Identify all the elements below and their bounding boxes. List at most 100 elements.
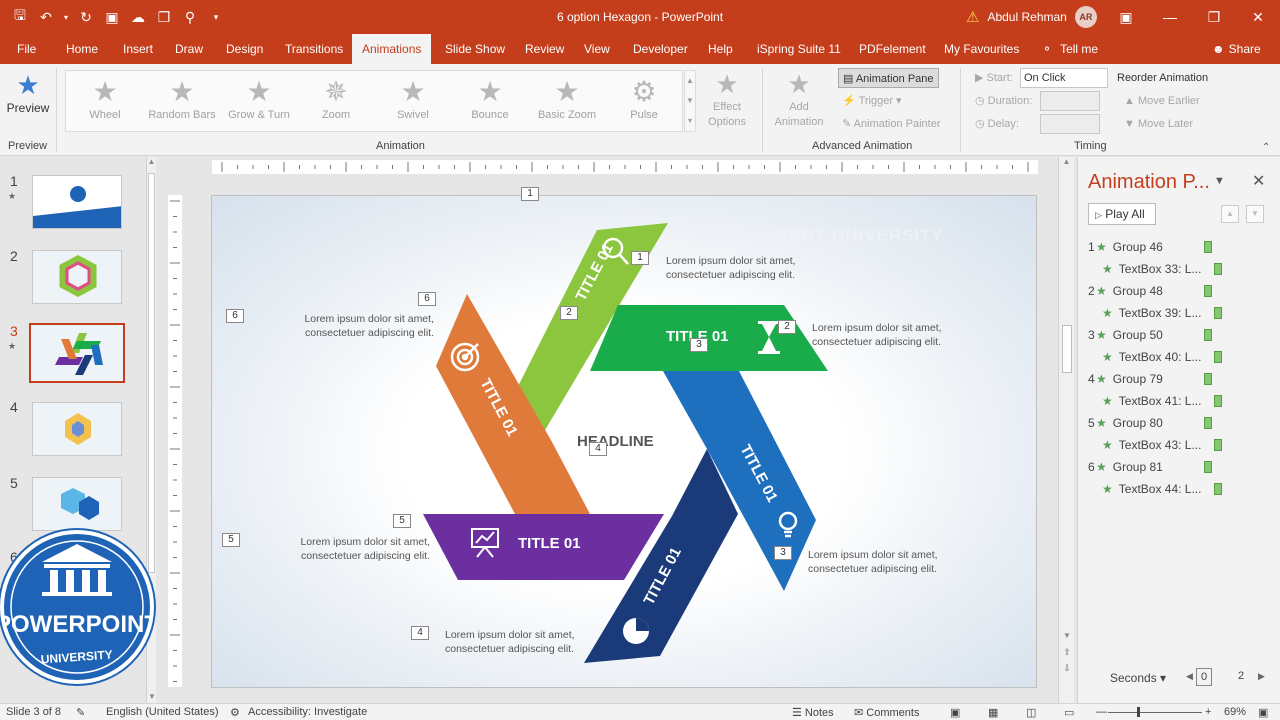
avatar[interactable]: AR xyxy=(1074,6,1097,28)
slide-thumbnail-1[interactable] xyxy=(32,175,122,229)
timeline-bar[interactable] xyxy=(1204,329,1212,341)
timeline-bar[interactable] xyxy=(1204,285,1212,297)
timeline-bar[interactable] xyxy=(1214,395,1222,407)
gallery-scroll[interactable]: ▲ ▼ ▾ xyxy=(684,70,696,132)
timeline-bar[interactable] xyxy=(1204,461,1212,473)
tab-view[interactable]: View xyxy=(584,34,610,64)
animation-list-item[interactable]: ★ TextBox 43: L... xyxy=(1088,435,1201,455)
animation-tag[interactable]: 5 xyxy=(222,533,240,547)
animation-grow-turn[interactable]: ★ Grow & Turn xyxy=(220,75,298,121)
scroll-thumb[interactable] xyxy=(1062,325,1072,373)
tell-me-box[interactable]: ⚬ Tell me xyxy=(1042,34,1098,64)
timeline-left-icon[interactable]: ◀ xyxy=(1186,671,1193,682)
zoom-in-icon[interactable]: + xyxy=(1205,706,1211,718)
animation-bounce[interactable]: ★ Bounce xyxy=(451,75,529,121)
share-button[interactable]: ☻ Share xyxy=(1212,34,1261,64)
accessibility-status[interactable]: Accessibility: Investigate xyxy=(248,706,367,718)
timeline-right-icon[interactable]: ▶ xyxy=(1258,671,1265,682)
start-select[interactable]: On Click xyxy=(1020,68,1108,88)
text-block-4[interactable]: Lorem ipsum dolor sit amet, consectetuer … xyxy=(445,628,575,656)
animation-tag[interactable]: 5 xyxy=(393,514,411,528)
pane-options-icon[interactable]: ▼ xyxy=(1214,175,1225,187)
scroll-down-icon[interactable]: ▼ xyxy=(1059,631,1075,640)
save-icon[interactable]: 🖫 xyxy=(10,7,30,27)
animation-list-item[interactable]: 6★ Group 81 xyxy=(1088,457,1163,477)
animation-tag[interactable]: 3 xyxy=(774,546,792,560)
animation-list-item[interactable]: ★ TextBox 44: L... xyxy=(1088,479,1201,499)
tab-file[interactable]: File xyxy=(17,34,36,64)
zoom-slider[interactable] xyxy=(1108,712,1202,713)
animation-tag[interactable]: 6 xyxy=(226,309,244,323)
animation-tag[interactable]: 4 xyxy=(411,626,429,640)
spelling-icon[interactable]: ✎ xyxy=(76,706,85,719)
animation-zoom[interactable]: ✵ Zoom xyxy=(297,75,375,121)
zoom-level[interactable]: 69% xyxy=(1224,706,1246,718)
language[interactable]: English (United States) xyxy=(106,706,219,718)
move-later-button[interactable]: ▼ Move Later xyxy=(1124,114,1193,134)
text-block-6[interactable]: Lorem ipsum dolor sit amet, consectetuer … xyxy=(294,312,434,340)
move-up-icon[interactable]: ▲ xyxy=(1221,205,1239,223)
animation-painter-button[interactable]: ✎ Animation Painter xyxy=(842,114,941,134)
animation-list-item[interactable]: 4★ Group 79 xyxy=(1088,369,1163,389)
animation-swivel[interactable]: ★ Swivel xyxy=(374,75,452,121)
timeline-bar[interactable] xyxy=(1214,483,1222,495)
previous-slide-icon[interactable]: ⇧ xyxy=(1059,647,1075,658)
text-block-3[interactable]: Lorem ipsum dolor sit amet, consectetuer … xyxy=(808,548,938,576)
next-slide-icon[interactable]: ⇩ xyxy=(1059,663,1075,674)
tab-insert[interactable]: Insert xyxy=(123,34,153,64)
scroll-down-icon[interactable]: ▼ xyxy=(147,692,157,701)
redo-icon[interactable]: ↻ xyxy=(76,7,96,27)
zoom-out-icon[interactable]: — xyxy=(1096,706,1107,718)
normal-view-icon[interactable]: ▣ xyxy=(950,706,960,719)
tab-home[interactable]: Home xyxy=(66,34,98,64)
timeline-bar[interactable] xyxy=(1214,439,1222,451)
tab-pdfelement[interactable]: PDFelement xyxy=(859,34,926,64)
slide-thumbnail-2[interactable] xyxy=(32,250,122,304)
seconds-dropdown[interactable]: Seconds ▾ xyxy=(1110,671,1166,685)
animation-list-item[interactable]: ★ TextBox 41: L... xyxy=(1088,391,1201,411)
presenter-icon[interactable]: ▣ xyxy=(102,7,122,27)
ribbon-display-icon[interactable]: ▣ xyxy=(1104,0,1148,34)
timeline-bar[interactable] xyxy=(1204,241,1212,253)
animation-list-item[interactable]: 1★ Group 46 xyxy=(1088,237,1163,257)
timeline-bar[interactable] xyxy=(1204,373,1212,385)
play-all-button[interactable]: ▷ Play All xyxy=(1088,203,1156,225)
animation-list-item[interactable]: ★ TextBox 40: L... xyxy=(1088,347,1201,367)
slide-counter[interactable]: Slide 3 of 8 xyxy=(6,706,61,718)
comments-button[interactable]: ✉ Comments xyxy=(854,706,919,719)
slide-thumbnail-5[interactable] xyxy=(32,477,122,531)
scroll-thumb[interactable] xyxy=(148,173,155,573)
undo-dropdown-icon[interactable]: ▾ xyxy=(62,7,70,27)
move-down-icon[interactable]: ▼ xyxy=(1246,205,1264,223)
add-animation-button[interactable]: ★ Add Animation xyxy=(768,68,830,130)
accessibility-icon[interactable]: ⚙ xyxy=(230,706,240,719)
animation-tag[interactable]: 2 xyxy=(560,306,578,320)
reading-view-icon[interactable]: ◫ xyxy=(1026,706,1036,719)
tab-design[interactable]: Design xyxy=(226,34,263,64)
text-block-2[interactable]: Lorem ipsum dolor sit amet, consectetuer … xyxy=(812,321,942,349)
notes-button[interactable]: ☰ Notes xyxy=(792,706,834,719)
print-preview-icon[interactable]: ⚲ xyxy=(180,7,200,27)
animation-tag[interactable]: 1 xyxy=(631,251,649,265)
animation-pulse[interactable]: ⚙ Pulse xyxy=(605,75,683,121)
animation-list-item[interactable]: 3★ Group 50 xyxy=(1088,325,1163,345)
effect-options-button[interactable]: ★ Effect Options xyxy=(700,68,754,130)
tab-transitions[interactable]: Transitions xyxy=(285,34,343,64)
title-purple[interactable]: TITLE 01 xyxy=(518,535,581,552)
maximize-icon[interactable]: ❐ xyxy=(1192,0,1236,34)
slide-sorter-icon[interactable]: ▦ xyxy=(988,706,998,719)
slide-thumbnail-4[interactable] xyxy=(32,402,122,456)
tab-draw[interactable]: Draw xyxy=(175,34,203,64)
text-block-5[interactable]: Lorem ipsum dolor sit amet, consectetuer … xyxy=(290,535,430,563)
fit-slide-icon[interactable]: ▣ xyxy=(1258,706,1268,719)
animation-list-item[interactable]: ★ TextBox 39: L... xyxy=(1088,303,1201,323)
animation-tag[interactable]: 4 xyxy=(589,442,607,456)
slide-scrollbar[interactable]: ▲ ▼ ⇧ ⇩ xyxy=(1058,157,1074,703)
touch-icon[interactable]: ☁ xyxy=(128,7,148,27)
animation-tag[interactable]: 3 xyxy=(690,338,708,352)
tab-review[interactable]: Review xyxy=(525,34,564,64)
duration-input[interactable] xyxy=(1040,91,1100,111)
timeline-bar[interactable] xyxy=(1204,417,1212,429)
slide-thumbnail-3[interactable] xyxy=(29,323,125,383)
timeline-bar[interactable] xyxy=(1214,263,1222,275)
